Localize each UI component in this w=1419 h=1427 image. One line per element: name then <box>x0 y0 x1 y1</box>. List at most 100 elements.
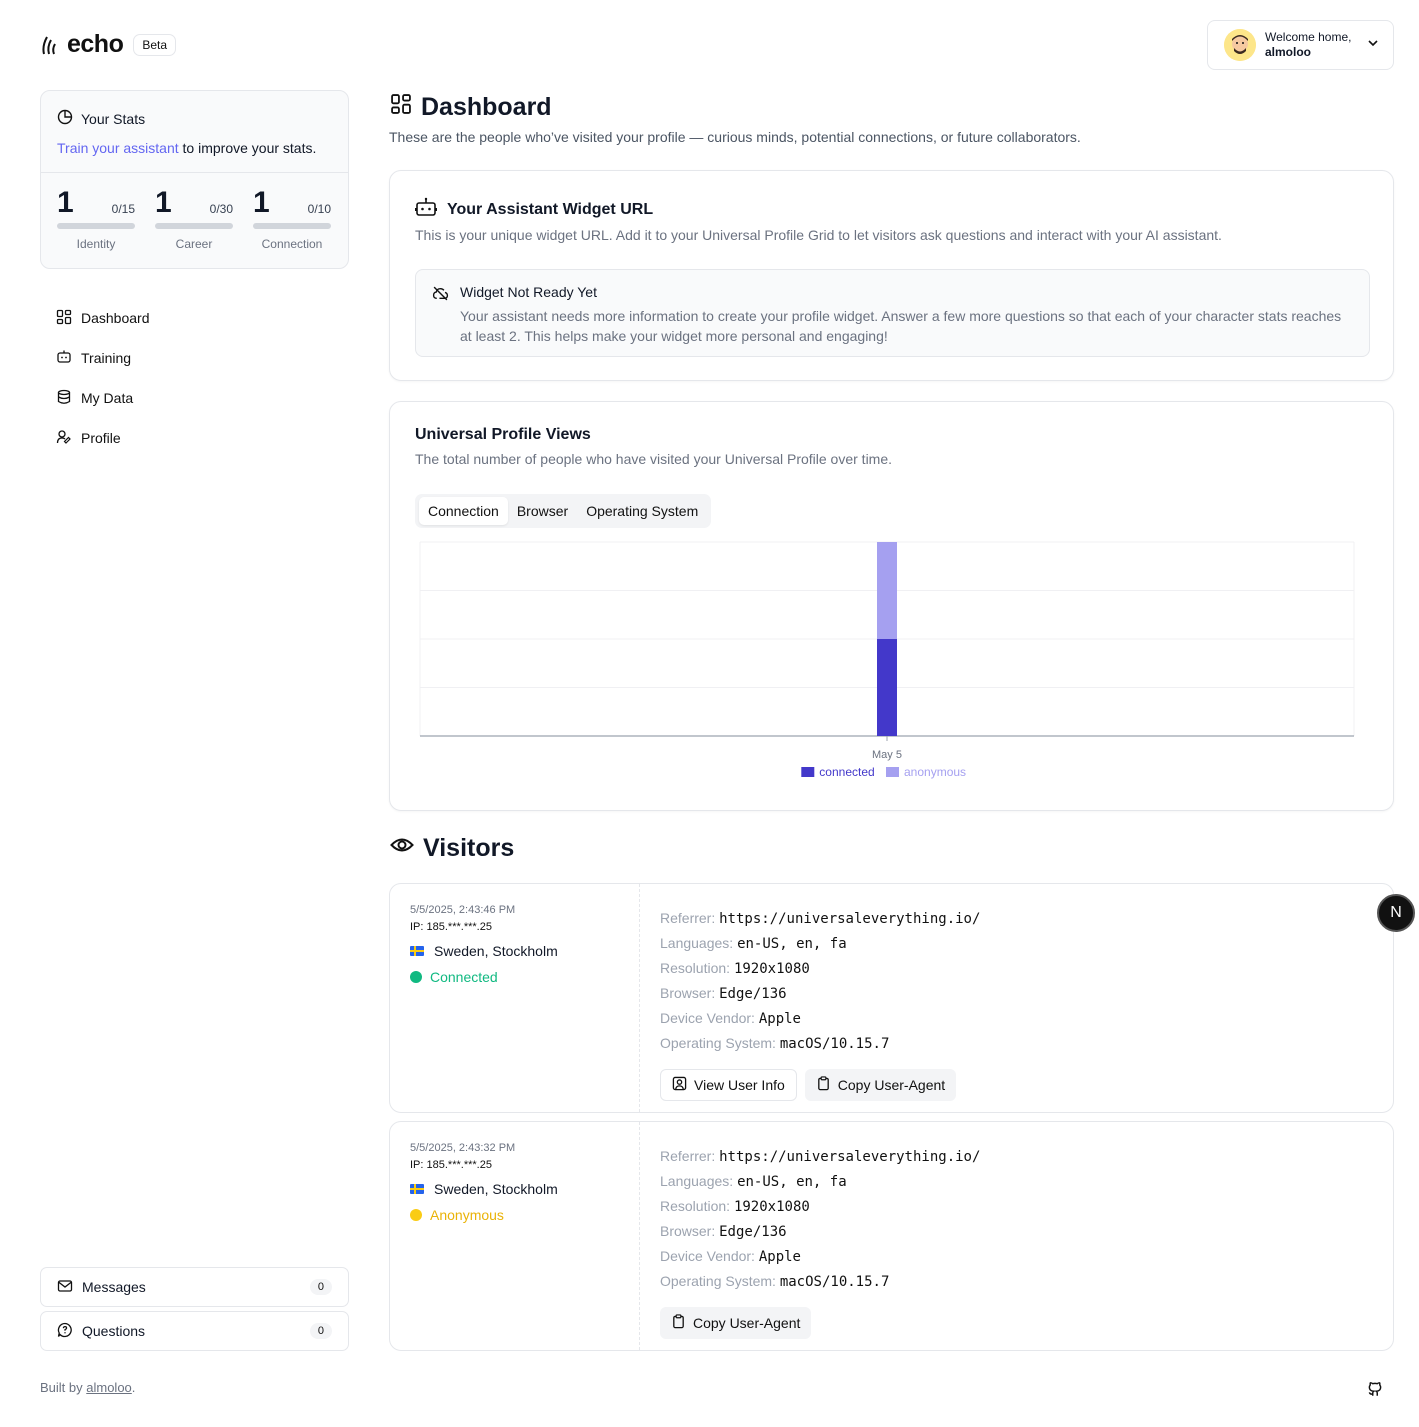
stat-career: 1 0/30 Career <box>155 187 233 251</box>
stats-title: Your Stats <box>81 110 146 127</box>
os-value: macOS/10.15.7 <box>779 1036 890 1052</box>
footer: Built by almoloo. <box>40 1380 135 1395</box>
github-icon <box>1366 1382 1384 1402</box>
visitors-title-text: Visitors <box>423 834 515 862</box>
author-link[interactable]: almoloo <box>86 1380 132 1395</box>
stats-card: Your Stats Train your assistant to impro… <box>40 90 349 269</box>
github-link[interactable] <box>1366 1380 1384 1403</box>
resolution-value: 1920x1080 <box>733 961 810 977</box>
stat-value: 1 <box>155 186 172 219</box>
legend-swatch-connected <box>801 767 815 777</box>
footer-text: Built by <box>40 1380 87 1395</box>
sidebar-item-label: Profile <box>81 430 121 446</box>
sidebar-item-label: Training <box>81 350 132 366</box>
widget-description: This is your unique widget URL. Add it t… <box>415 227 1222 243</box>
stat-progress-bar <box>253 223 331 229</box>
brand-name: echo <box>67 30 124 58</box>
languages-label: Languages: <box>660 1173 734 1189</box>
eye-icon <box>390 834 414 863</box>
legend-label-connected: connected <box>819 765 874 779</box>
visit-time: 5/5/2025, 2:43:46 PM <box>410 904 516 916</box>
copy-user-agent-button[interactable]: Copy User-Agent <box>804 1069 957 1101</box>
robot-icon <box>415 197 437 222</box>
sweden-flag-icon <box>410 946 424 956</box>
languages-label: Languages: <box>660 935 734 951</box>
vendor-value: Apple <box>758 1249 801 1265</box>
button-label: View User Info <box>694 1077 785 1093</box>
sidebar-item-my-data[interactable]: My Data <box>56 378 150 418</box>
resolution-value: 1920x1080 <box>733 1199 810 1215</box>
widget-url-card: Your Assistant Widget URL This is your u… <box>389 170 1394 381</box>
sidebar-item-label: Dashboard <box>81 310 150 326</box>
sidebar-item-profile[interactable]: Profile <box>56 418 150 458</box>
stat-max: 0/30 <box>209 202 233 216</box>
vendor-label: Device Vendor: <box>660 1010 755 1026</box>
train-assistant-link[interactable]: Train your assistant <box>57 140 179 156</box>
avatar <box>1224 29 1256 61</box>
notice-title: Widget Not Ready Yet <box>460 284 597 300</box>
questions-button[interactable]: Questions 0 <box>40 1311 349 1351</box>
floating-n-badge[interactable]: N <box>1377 894 1415 932</box>
visitor-card: 5/5/2025, 2:43:32 PM IP: 185.***.***.25 … <box>389 1121 1394 1351</box>
browser-value: Edge/136 <box>719 986 787 1002</box>
user-menu[interactable]: Welcome home, almoloo <box>1207 20 1394 70</box>
messages-label: Messages <box>82 1279 146 1295</box>
sidebar-nav: Dashboard Training My Data Profile <box>56 298 150 458</box>
os-value: macOS/10.15.7 <box>779 1274 890 1290</box>
browser-value: Edge/136 <box>719 1224 787 1240</box>
stat-label: Connection <box>261 237 323 251</box>
dashboard-icon <box>56 309 72 328</box>
stats-subtitle-text: to improve your stats. <box>178 140 317 156</box>
logo[interactable]: echo Beta <box>41 30 177 59</box>
referrer-label: Referrer: <box>660 1148 716 1164</box>
footer-suffix: . <box>131 1380 136 1395</box>
view-user-info-button[interactable]: View User Info <box>660 1069 797 1101</box>
browser-label: Browser: <box>660 1223 716 1239</box>
stat-max: 0/10 <box>307 202 331 216</box>
beta-badge: Beta <box>133 33 177 56</box>
stat-progress-bar <box>57 223 135 229</box>
status-badge: Anonymous <box>430 1207 504 1223</box>
user-square-icon <box>672 1076 687 1094</box>
status-dot <box>410 971 422 983</box>
stat-value: 1 <box>57 186 74 219</box>
os-label: Operating System: <box>660 1273 776 1289</box>
referrer-value: https://universaleverything.io/ <box>719 911 981 927</box>
page-title: Dashboard <box>390 93 552 122</box>
stat-connection: 1 0/10 Connection <box>253 187 331 251</box>
visit-location: Sweden, Stockholm <box>434 943 558 959</box>
page-description: These are the people who’ve visited your… <box>389 129 1081 145</box>
x-tick-label: May 5 <box>872 749 902 761</box>
status-dot <box>410 1209 422 1221</box>
cloud-off-icon <box>432 285 449 307</box>
stat-progress-bar <box>155 223 233 229</box>
visitors-title: Visitors <box>390 834 514 863</box>
status-badge: Connected <box>430 969 498 985</box>
button-label: Copy User-Agent <box>693 1315 801 1331</box>
chevron-down-icon <box>1367 36 1379 54</box>
tab-operating-system[interactable]: Operating System <box>577 497 707 525</box>
views-description: The total number of people who have visi… <box>415 451 893 467</box>
notice-text: Your assistant needs more information to… <box>460 308 1342 344</box>
stat-value: 1 <box>253 186 270 219</box>
profile-views-card: Universal Profile Views The total number… <box>389 401 1394 811</box>
resolution-label: Resolution: <box>660 960 731 976</box>
messages-count: 0 <box>309 1279 332 1295</box>
sidebar-item-training[interactable]: Training <box>56 338 150 378</box>
os-label: Operating System: <box>660 1035 776 1051</box>
messages-button[interactable]: Messages 0 <box>40 1267 349 1307</box>
pie-chart-icon <box>57 109 73 128</box>
welcome-text: Welcome home, <box>1265 30 1352 44</box>
views-chart: May 5 connected anonymous <box>419 541 1355 779</box>
question-bubble-icon <box>57 1322 73 1341</box>
copy-user-agent-button[interactable]: Copy User-Agent <box>660 1307 812 1339</box>
resolution-label: Resolution: <box>660 1198 731 1214</box>
profile-icon <box>56 429 72 448</box>
stat-max: 0/15 <box>111 202 135 216</box>
sidebar-item-label: My Data <box>81 390 134 406</box>
bar-anonymous <box>877 542 897 639</box>
sidebar-item-dashboard[interactable]: Dashboard <box>56 298 150 338</box>
tab-browser[interactable]: Browser <box>508 497 577 525</box>
tab-connection[interactable]: Connection <box>419 497 508 525</box>
questions-count: 0 <box>309 1323 332 1339</box>
